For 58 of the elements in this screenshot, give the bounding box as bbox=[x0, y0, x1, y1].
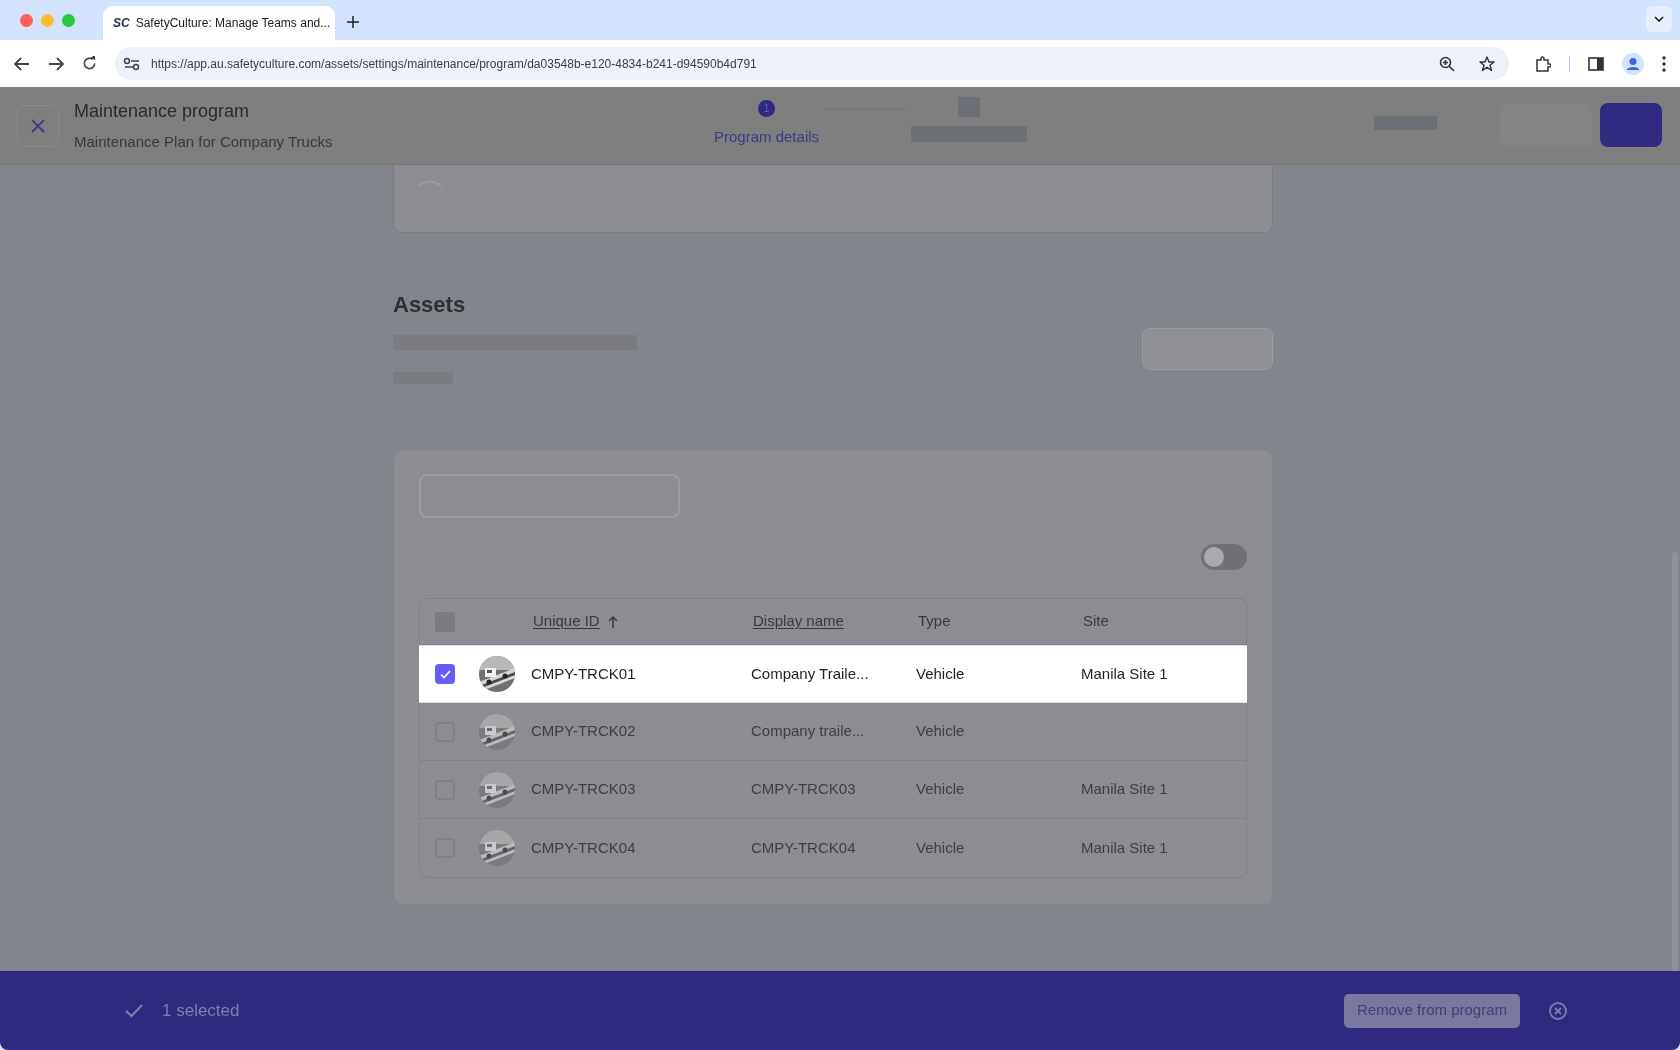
sort-arrow-icon[interactable] bbox=[607, 615, 618, 628]
column-header[interactable]: Unique ID bbox=[533, 610, 600, 633]
zoom-icon[interactable] bbox=[1439, 55, 1455, 72]
site-settings-icon[interactable] bbox=[123, 56, 141, 71]
unique-id-cell-text: CMPY-TRCK04 bbox=[531, 837, 637, 858]
scrollbar[interactable] bbox=[1672, 552, 1678, 971]
site-cell-text: Manila Site 1 bbox=[1081, 779, 1169, 800]
toggle-switch[interactable] bbox=[1201, 544, 1247, 570]
page-title: Maintenance program bbox=[74, 99, 251, 123]
section-heading: Assets bbox=[393, 291, 467, 319]
check-icon bbox=[125, 1003, 143, 1018]
forward-icon[interactable] bbox=[48, 56, 64, 71]
table-row[interactable]: CMPY-TRCK04 CMPY-TRCK04 Vehicle Manila Site 1 bbox=[420, 819, 1246, 877]
column-header: Type bbox=[918, 611, 951, 632]
column-header[interactable]: Display name bbox=[753, 610, 844, 633]
maximize-window-icon[interactable] bbox=[62, 13, 75, 27]
chevron-down-icon bbox=[1654, 16, 1664, 22]
address-bar[interactable]: https://app.au.safetyculture.com/assets/settings/maintenance/program/da03548b-e120-4834-b241-d94590b4d791 bbox=[115, 47, 1509, 80]
primary-button[interactable] bbox=[1600, 103, 1662, 147]
table-row[interactable]: CMPY-TRCK03 CMPY-TRCK03 Vehicle Manila Site 1 bbox=[420, 761, 1246, 819]
display-name-cell-text: CMPY-TRCK03 bbox=[751, 779, 857, 800]
column-header: Site bbox=[1083, 611, 1109, 632]
check-icon bbox=[439, 669, 451, 679]
site-cell-text: Manila Site 1 bbox=[1081, 837, 1169, 858]
selection-count: 1 selected bbox=[162, 999, 240, 1022]
reload-icon[interactable] bbox=[82, 56, 97, 71]
close-window-icon[interactable] bbox=[20, 13, 33, 27]
table-row[interactable]: CMPY-TRCK02 Company traile... Vehicle bbox=[420, 703, 1246, 761]
type-cell-text: Vehicle bbox=[916, 721, 966, 742]
page-subtitle: Maintenance Plan for Company Trucks bbox=[74, 131, 333, 152]
remove-button[interactable]: Remove from program bbox=[1343, 993, 1520, 1028]
bookmark-star-icon[interactable] bbox=[1479, 55, 1495, 72]
display-name-cell-text: Company Traile... bbox=[751, 663, 870, 684]
type-cell-text: Vehicle bbox=[916, 779, 966, 800]
unique-id-cell-text: CMPY-TRCK01 bbox=[531, 663, 637, 684]
extensions-icon[interactable] bbox=[1535, 55, 1551, 72]
type-cell-text: Vehicle bbox=[916, 663, 966, 684]
site-cell-text: Manila Site 1 bbox=[1081, 663, 1169, 684]
row-checkbox[interactable] bbox=[435, 664, 455, 684]
side-panel-icon[interactable] bbox=[1588, 56, 1604, 71]
profile-icon[interactable] bbox=[1622, 52, 1644, 75]
display-name-cell-text: Company traile... bbox=[751, 721, 866, 742]
close-icon[interactable] bbox=[1549, 1001, 1567, 1020]
unique-id-cell-text: CMPY-TRCK03 bbox=[531, 779, 637, 800]
back-icon[interactable] bbox=[14, 56, 30, 71]
close-button[interactable] bbox=[17, 104, 59, 147]
new-tab-icon[interactable] bbox=[347, 16, 359, 28]
menu-icon[interactable] bbox=[1662, 55, 1666, 72]
unique-id-cell-text: CMPY-TRCK02 bbox=[531, 721, 637, 742]
browser-tab[interactable]: SC SafetyCulture: Manage Teams and... bbox=[103, 6, 335, 40]
type-cell-text: Vehicle bbox=[916, 837, 966, 858]
step-indicator: 1 bbox=[758, 100, 775, 117]
display-name-cell-text: CMPY-TRCK04 bbox=[751, 837, 857, 858]
step-label[interactable]: Program details bbox=[714, 126, 820, 149]
table-row[interactable]: CMPY-TRCK01 Company Traile... Vehicle Manila Site 1 bbox=[419, 645, 1247, 703]
tab-list-button[interactable] bbox=[1646, 6, 1672, 32]
close-icon bbox=[31, 118, 45, 133]
favicon-icon: SC bbox=[113, 14, 130, 32]
